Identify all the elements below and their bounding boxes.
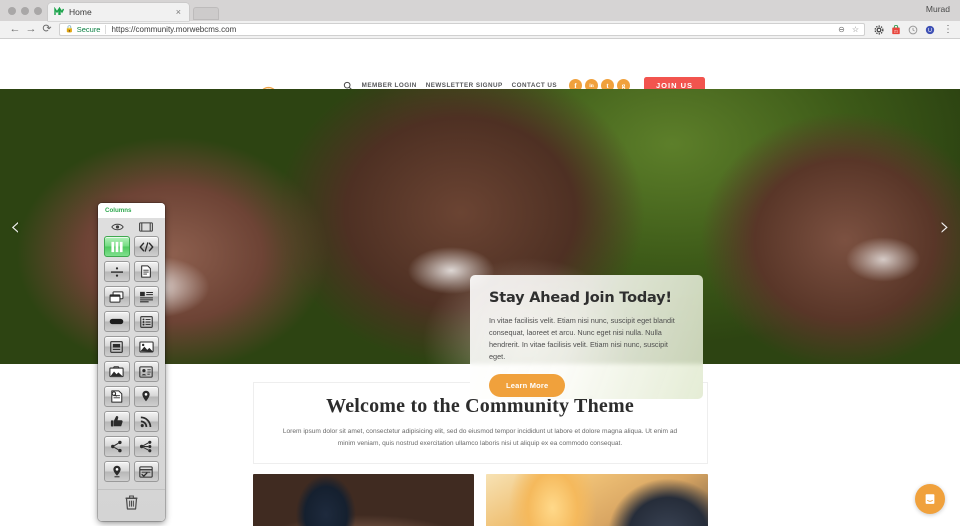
palette-top-actions [98, 218, 165, 234]
clock-icon[interactable] [907, 24, 918, 35]
palette-tool-grid [98, 234, 165, 482]
browser-tab[interactable]: Home × [48, 3, 189, 21]
gallery-tool[interactable] [104, 361, 130, 382]
utility-link-member-login[interactable]: MEMBER LOGIN [362, 82, 417, 89]
user-badge-icon[interactable]: U [924, 24, 935, 35]
social-network-tool[interactable] [133, 436, 159, 457]
editor-tool-palette: Columns [98, 203, 165, 521]
profile-card-tool[interactable] [133, 361, 159, 382]
maximize-window-button[interactable] [34, 6, 42, 15]
forward-button[interactable]: → [23, 24, 39, 35]
browser-toolbar: ← → ⟳ 🔒 Secure https://community.morwebc… [0, 21, 960, 39]
palette-trash-row [98, 489, 165, 515]
carousel-next-button[interactable]: › [940, 214, 950, 240]
profile-name-label[interactable]: Murad [926, 4, 950, 14]
button-tool[interactable] [104, 311, 130, 332]
reload-button[interactable]: ⟳ [39, 24, 55, 35]
feature-cards-row [252, 474, 708, 526]
business-meeting-image[interactable] [486, 474, 708, 526]
welcome-body-text: Lorem ipsum dolor sit amet, consectetur … [282, 428, 678, 447]
svg-text:U: U [928, 28, 932, 34]
chat-bubble-icon [925, 494, 935, 504]
preview-eye-icon[interactable] [110, 222, 124, 232]
utility-link-newsletter-signup[interactable]: NEWSLETTER SIGNUP [426, 82, 503, 89]
window-controls[interactable] [6, 0, 48, 21]
bookmark-star-icon[interactable]: ☆ [852, 25, 859, 34]
divider-tool[interactable] [104, 261, 130, 282]
social-like-tool[interactable] [104, 411, 130, 432]
hero-content-card: Stay Ahead Join Today! In vitae facilisi… [470, 275, 703, 399]
url-text[interactable]: https://community.morwebcms.com [111, 25, 236, 34]
share-tool[interactable] [104, 436, 130, 457]
back-button[interactable]: ← [7, 24, 23, 35]
window-panel-tool[interactable] [104, 286, 130, 307]
map-pin-tool[interactable] [133, 386, 159, 407]
minimize-window-button[interactable] [21, 6, 29, 15]
morweb-favicon-icon [54, 7, 64, 17]
secure-label: Secure [76, 25, 101, 34]
rss-feed-tool[interactable] [133, 411, 159, 432]
chat-widget-button[interactable] [915, 484, 945, 514]
form-tool[interactable] [104, 386, 130, 407]
code-embed-tool[interactable] [133, 236, 159, 257]
hero-body-text: In vitae facilisis velit. Etiam nisi nun… [489, 316, 675, 362]
fullwidth-layout-icon[interactable] [138, 222, 153, 232]
tab-strip: Home × Murad [0, 0, 960, 21]
chrome-menu-button[interactable]: ⋮ [943, 24, 953, 35]
close-window-button[interactable] [8, 6, 16, 15]
extension-icons: 21 U ⋮ [873, 24, 953, 35]
palette-title: Columns [98, 203, 165, 218]
svg-text:21: 21 [893, 29, 897, 33]
text-document-tool[interactable] [133, 261, 159, 282]
signup-form-tool[interactable] [133, 461, 159, 482]
tab-title: Home [69, 7, 92, 17]
utility-link-contact-us[interactable]: CONTACT US [512, 82, 557, 89]
conference-speaker-image[interactable] [252, 474, 474, 526]
settings-gear-icon[interactable] [873, 24, 884, 35]
close-tab-button[interactable]: × [174, 7, 183, 17]
page-viewport: COMMUNITY MEMBER LOGIN NEWSLETTER SIGNUP… [0, 39, 960, 526]
image-tool[interactable] [133, 336, 159, 357]
shopping-bag-icon[interactable]: 21 [890, 24, 901, 35]
lock-icon: 🔒 [65, 26, 74, 33]
list-tool[interactable] [133, 311, 159, 332]
location-tool[interactable] [104, 461, 130, 482]
new-tab-button[interactable] [193, 7, 219, 20]
trash-icon[interactable] [125, 495, 138, 515]
content-box-tool[interactable] [104, 336, 130, 357]
learn-more-button[interactable]: Learn More [489, 374, 566, 398]
address-bar[interactable]: 🔒 Secure https://community.morwebcms.com… [59, 23, 865, 36]
omnibox-divider [105, 25, 107, 34]
columns-tool[interactable] [104, 236, 130, 257]
site-header: COMMUNITY MEMBER LOGIN NEWSLETTER SIGNUP… [0, 39, 960, 116]
hero-heading: Stay Ahead Join Today! [489, 290, 672, 306]
browser-chrome: Home × Murad ← → ⟳ 🔒 Secure https://comm… [0, 0, 960, 39]
text-wrap-image-tool[interactable] [133, 286, 159, 307]
zoom-indicator-icon[interactable]: ⊖ [838, 25, 845, 34]
carousel-prev-button[interactable]: ‹ [10, 214, 20, 240]
